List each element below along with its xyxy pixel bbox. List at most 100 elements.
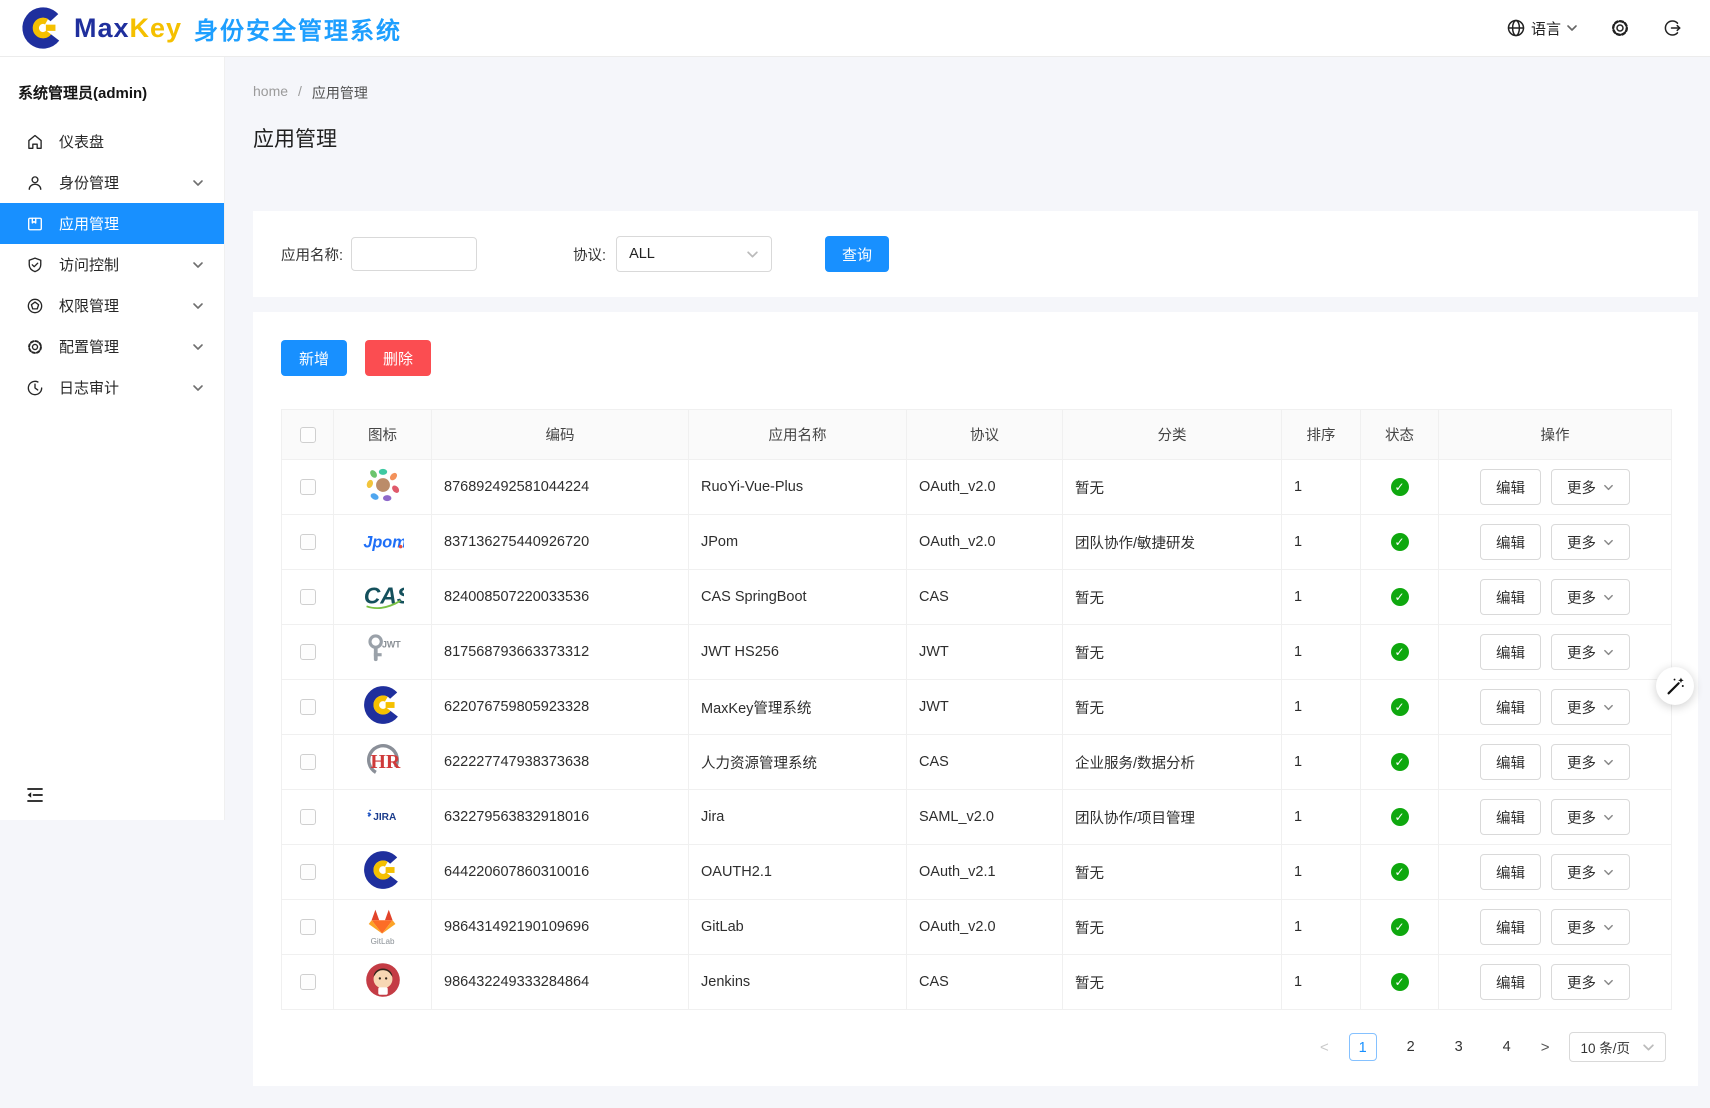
svg-text:Jpom: Jpom [363, 534, 404, 552]
app-name-cell: Jenkins [689, 955, 907, 1010]
chevron-down-icon [192, 300, 204, 312]
sidebar-collapse-button[interactable] [24, 784, 46, 806]
more-button[interactable]: 更多 [1551, 689, 1630, 725]
chevron-down-icon [1566, 22, 1578, 34]
chevron-down-icon [192, 177, 204, 189]
category-cell: 暂无 [1063, 570, 1282, 625]
sort-cell: 1 [1282, 460, 1361, 515]
row-checkbox[interactable] [300, 589, 316, 605]
sort-cell: 1 [1282, 955, 1361, 1010]
status-active-icon: ✓ [1391, 478, 1409, 496]
edit-button[interactable]: 编辑 [1480, 744, 1541, 780]
page-size-select[interactable]: 10 条/页 [1569, 1032, 1666, 1062]
row-select-cell [282, 625, 334, 680]
protocol-label: 协议: [573, 244, 606, 265]
sidebar-item-audit[interactable]: 日志审计 [0, 367, 224, 408]
pagination-prev-button[interactable]: < [1320, 1039, 1329, 1056]
row-checkbox[interactable] [300, 919, 316, 935]
edit-button[interactable]: 编辑 [1480, 469, 1541, 505]
brand-max: Max [74, 13, 130, 43]
sidebar-item-identity[interactable]: 身份管理 [0, 162, 224, 203]
row-checkbox[interactable] [300, 534, 316, 550]
protocol-select[interactable]: ALL [616, 236, 772, 272]
row-checkbox[interactable] [300, 809, 316, 825]
delete-button[interactable]: 删除 [365, 340, 431, 376]
add-button[interactable]: 新增 [281, 340, 347, 376]
brand-title: 身份安全管理系统 [194, 11, 402, 46]
app-name-cell: CAS SpringBoot [689, 570, 907, 625]
column-header: 应用名称 [689, 410, 907, 460]
sidebar-item-dashboard[interactable]: 仪表盘 [0, 121, 224, 162]
sidebar-item-permission[interactable]: 权限管理 [0, 285, 224, 326]
chevron-down-icon [1642, 1041, 1655, 1054]
more-button[interactable]: 更多 [1551, 524, 1630, 560]
more-button[interactable]: 更多 [1551, 579, 1630, 615]
access-icon [26, 256, 44, 274]
magic-wand-fab-button[interactable] [1656, 667, 1694, 705]
edit-button[interactable]: 编辑 [1480, 689, 1541, 725]
status-active-icon: ✓ [1391, 698, 1409, 716]
pagination-page-3[interactable]: 3 [1445, 1033, 1473, 1061]
maxkey-logo [362, 849, 404, 891]
sidebar-nav: 仪表盘身份管理应用管理访问控制权限管理配置管理日志审计 [0, 121, 224, 408]
more-button[interactable]: 更多 [1551, 634, 1630, 670]
row-checkbox[interactable] [300, 699, 316, 715]
pagination-page-2[interactable]: 2 [1397, 1033, 1425, 1061]
jwt-logo: JWT [362, 629, 404, 671]
page-size-value: 10 条/页 [1580, 1037, 1630, 1057]
more-button[interactable]: 更多 [1551, 909, 1630, 945]
more-button[interactable]: 更多 [1551, 964, 1630, 1000]
svg-text:GitLab: GitLab [371, 937, 395, 946]
pagination-next-button[interactable]: > [1541, 1039, 1550, 1056]
protocol-cell: OAuth_v2.0 [907, 900, 1063, 955]
settings-gear-button[interactable] [1610, 18, 1630, 38]
edit-button[interactable]: 编辑 [1480, 579, 1541, 615]
category-cell: 团队协作/敏捷研发 [1063, 515, 1282, 570]
protocol-cell: OAuth_v2.0 [907, 515, 1063, 570]
app-name-input[interactable] [351, 237, 477, 271]
jpom-logo: Jpom [362, 521, 404, 563]
edit-button[interactable]: 编辑 [1480, 909, 1541, 945]
edit-button[interactable]: 编辑 [1480, 524, 1541, 560]
app-id-cell: 986432249333284864 [432, 955, 689, 1010]
more-button[interactable]: 更多 [1551, 744, 1630, 780]
language-label: 语言 [1531, 18, 1561, 39]
edit-button[interactable]: 编辑 [1480, 964, 1541, 1000]
status-active-icon: ✓ [1391, 588, 1409, 606]
edit-button[interactable]: 编辑 [1480, 854, 1541, 890]
row-checkbox[interactable] [300, 479, 316, 495]
more-button[interactable]: 更多 [1551, 469, 1630, 505]
row-checkbox[interactable] [300, 644, 316, 660]
app-name-cell: GitLab [689, 900, 907, 955]
breadcrumb-home-link[interactable]: home [253, 83, 288, 103]
search-button[interactable]: 查询 [825, 236, 889, 272]
sidebar-item-app[interactable]: 应用管理 [0, 203, 224, 244]
app-name-cell: RuoYi-Vue-Plus [689, 460, 907, 515]
row-checkbox[interactable] [300, 974, 316, 990]
breadcrumb-current: 应用管理 [312, 83, 368, 103]
edit-button[interactable]: 编辑 [1480, 799, 1541, 835]
row-checkbox[interactable] [300, 864, 316, 880]
pagination-page-1[interactable]: 1 [1349, 1033, 1377, 1061]
logout-button[interactable] [1662, 18, 1682, 38]
column-header: 状态 [1361, 410, 1439, 460]
protocol-cell: OAuth_v2.0 [907, 460, 1063, 515]
sort-cell: 1 [1282, 790, 1361, 845]
more-button-label: 更多 [1567, 587, 1596, 608]
language-switcher[interactable]: 语言 [1506, 18, 1578, 39]
more-button[interactable]: 更多 [1551, 799, 1630, 835]
maxkey-logo [362, 684, 404, 726]
pagination-page-4[interactable]: 4 [1493, 1033, 1521, 1061]
sidebar-item-access[interactable]: 访问控制 [0, 244, 224, 285]
status-cell: ✓ [1361, 625, 1439, 680]
app-logo-cell: GitLab [334, 900, 432, 955]
app-id-cell: 817568793663373312 [432, 625, 689, 680]
row-checkbox[interactable] [300, 754, 316, 770]
app-id-cell: 622227747938373638 [432, 735, 689, 790]
maxkey-logo-icon [20, 5, 66, 51]
select-all-checkbox[interactable] [300, 427, 316, 443]
edit-button[interactable]: 编辑 [1480, 634, 1541, 670]
sidebar-item-config[interactable]: 配置管理 [0, 326, 224, 367]
more-button[interactable]: 更多 [1551, 854, 1630, 890]
protocol-selected-value: ALL [629, 246, 655, 262]
